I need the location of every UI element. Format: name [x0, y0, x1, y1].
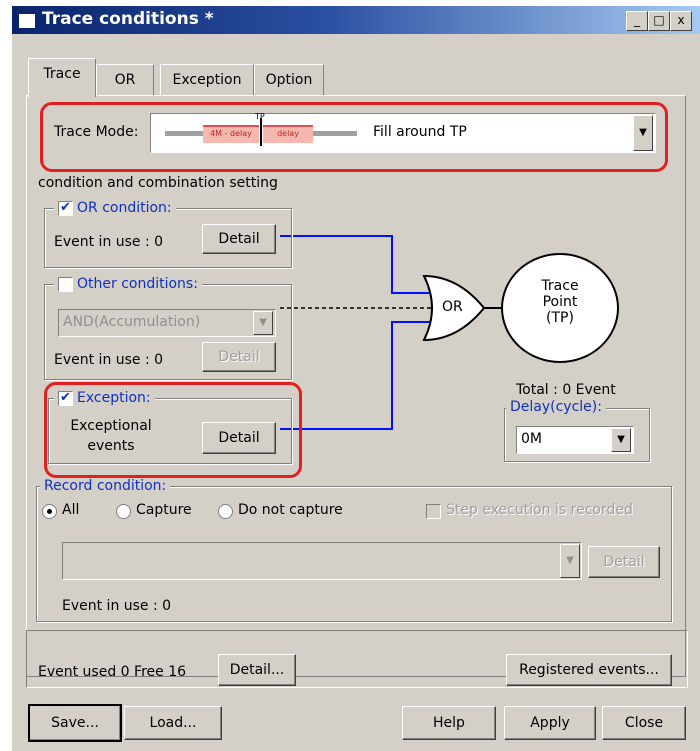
other-conditions-select-value: AND(Accumulation)	[63, 314, 201, 330]
or-gate-label: OR	[442, 299, 463, 315]
record-condition-select[interactable]: ▼	[62, 542, 582, 580]
other-conditions-checkbox[interactable]	[58, 276, 73, 292]
exception-label[interactable]: Exception:	[77, 390, 151, 406]
chevron-down-icon[interactable]: ▼	[560, 544, 580, 578]
delay-select[interactable]: 0M ▼	[516, 426, 634, 454]
radio-all-label[interactable]: All	[62, 502, 79, 518]
step-execution-checkbox[interactable]	[426, 504, 441, 519]
event-used-text: Event used 0 Free 16	[38, 664, 187, 680]
exception-legend: ✔ Exception:	[54, 390, 155, 406]
load-button[interactable]: Load...	[124, 706, 222, 740]
delay-label: Delay(cycle):	[506, 399, 606, 415]
trace-point-label: Trace Point (TP)	[520, 278, 600, 326]
exception-checkbox[interactable]: ✔	[58, 390, 73, 406]
radio-do-not-capture[interactable]	[218, 504, 233, 519]
step-execution-label: Step execution is recorded	[446, 502, 633, 518]
trace-point-line1: Trace	[541, 278, 579, 294]
exception-text-line2: events	[87, 438, 135, 454]
other-event-in-use: Event in use : 0	[54, 352, 164, 368]
trace-conditions-window: Trace conditions * _ □ x Trace OR Except…	[12, 6, 700, 751]
exception-detail-button[interactable]: Detail	[202, 422, 276, 454]
chevron-down-icon[interactable]: ▼	[253, 311, 273, 335]
or-event-in-use: Event in use : 0	[54, 234, 164, 250]
close-button[interactable]: Close	[602, 706, 686, 740]
or-detail-button[interactable]: Detail	[202, 224, 276, 254]
other-conditions-legend: Other conditions:	[54, 276, 202, 292]
exception-text-line1: Exceptional	[70, 418, 152, 434]
registered-events-button[interactable]: Registered events...	[506, 654, 672, 686]
or-condition-label[interactable]: OR condition:	[77, 200, 172, 216]
exception-text: Exceptional events	[56, 416, 166, 456]
radio-capture-label[interactable]: Capture	[136, 502, 192, 518]
total-events: Total : 0 Event	[516, 382, 616, 398]
radio-capture[interactable]	[116, 504, 131, 519]
trace-point-line3: (TP)	[546, 310, 574, 326]
tab-trace[interactable]: Trace	[28, 58, 96, 97]
footer-detail-button[interactable]: Detail...	[218, 654, 296, 686]
apply-button[interactable]: Apply	[504, 706, 596, 740]
trace-point-line2: Point	[542, 294, 578, 310]
help-button[interactable]: Help	[402, 706, 496, 740]
delay-value: 0M	[521, 431, 542, 447]
chevron-down-icon[interactable]: ▼	[611, 428, 631, 452]
other-conditions-label[interactable]: Other conditions:	[77, 276, 198, 292]
save-button[interactable]: Save...	[28, 704, 122, 742]
radio-all[interactable]	[42, 504, 57, 519]
or-wire	[280, 235, 438, 294]
other-detail-button[interactable]: Detail	[202, 342, 276, 372]
or-condition-legend: ✔ OR condition:	[54, 200, 176, 216]
other-conditions-select[interactable]: AND(Accumulation) ▼	[58, 309, 276, 337]
or-condition-checkbox[interactable]: ✔	[58, 200, 73, 216]
record-condition-label: Record condition:	[40, 478, 171, 494]
record-event-in-use: Event in use : 0	[62, 598, 172, 614]
record-detail-button[interactable]: Detail	[588, 546, 660, 578]
radio-do-not-capture-label[interactable]: Do not capture	[238, 502, 343, 518]
exception-wire	[280, 321, 438, 430]
